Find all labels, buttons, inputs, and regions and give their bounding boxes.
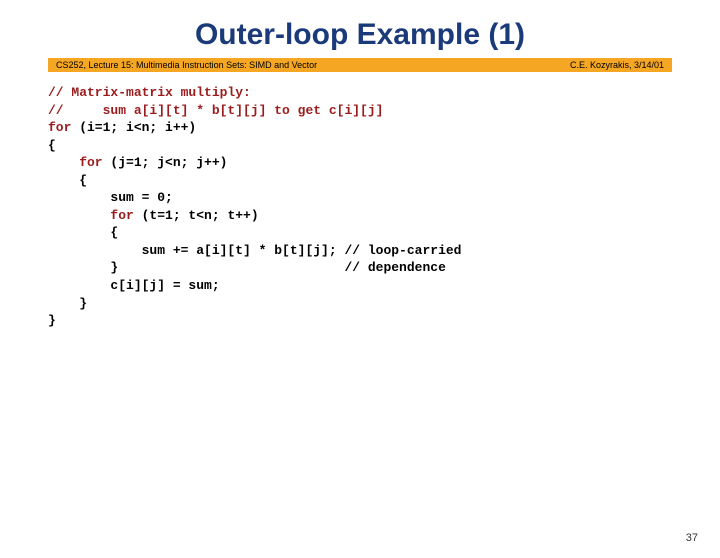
header-right: C.E. Kozyrakis, 3/14/01 (570, 60, 664, 70)
code-block: // Matrix-matrix multiply: // sum a[i][t… (48, 84, 672, 330)
code-brace-1c: } (48, 313, 56, 328)
code-for-2a: for (48, 155, 103, 170)
slide-title: Outer-loop Example (1) (0, 18, 720, 52)
header-bar: CS252, Lecture 15: Multimedia Instructio… (48, 58, 672, 72)
code-for-3b: (t=1; t<n; t++) (134, 208, 259, 223)
code-brace-3c: } // dependence (48, 260, 446, 275)
code-for-1a: for (48, 120, 71, 135)
code-sum-init: sum = 0; (48, 190, 173, 205)
code-for-3a: for (48, 208, 134, 223)
code-brace-1: { (48, 138, 56, 153)
header-left: CS252, Lecture 15: Multimedia Instructio… (56, 60, 317, 70)
code-comment-1: // Matrix-matrix multiply: (48, 85, 251, 100)
code-brace-2c: } (48, 296, 87, 311)
code-assign: c[i][j] = sum; (48, 278, 220, 293)
page-number: 37 (686, 532, 698, 544)
code-comment-2: // sum a[i][t] * b[t][j] to get c[i][j] (48, 103, 383, 118)
code-brace-3: { (48, 225, 118, 240)
code-for-1b: (i=1; i<n; i++) (71, 120, 196, 135)
code-brace-2: { (48, 173, 87, 188)
code-sum-add: sum += a[i][t] * b[t][j]; // loop-carrie… (48, 243, 461, 258)
slide: Outer-loop Example (1) CS252, Lecture 15… (0, 18, 720, 558)
code-for-2b: (j=1; j<n; j++) (103, 155, 228, 170)
